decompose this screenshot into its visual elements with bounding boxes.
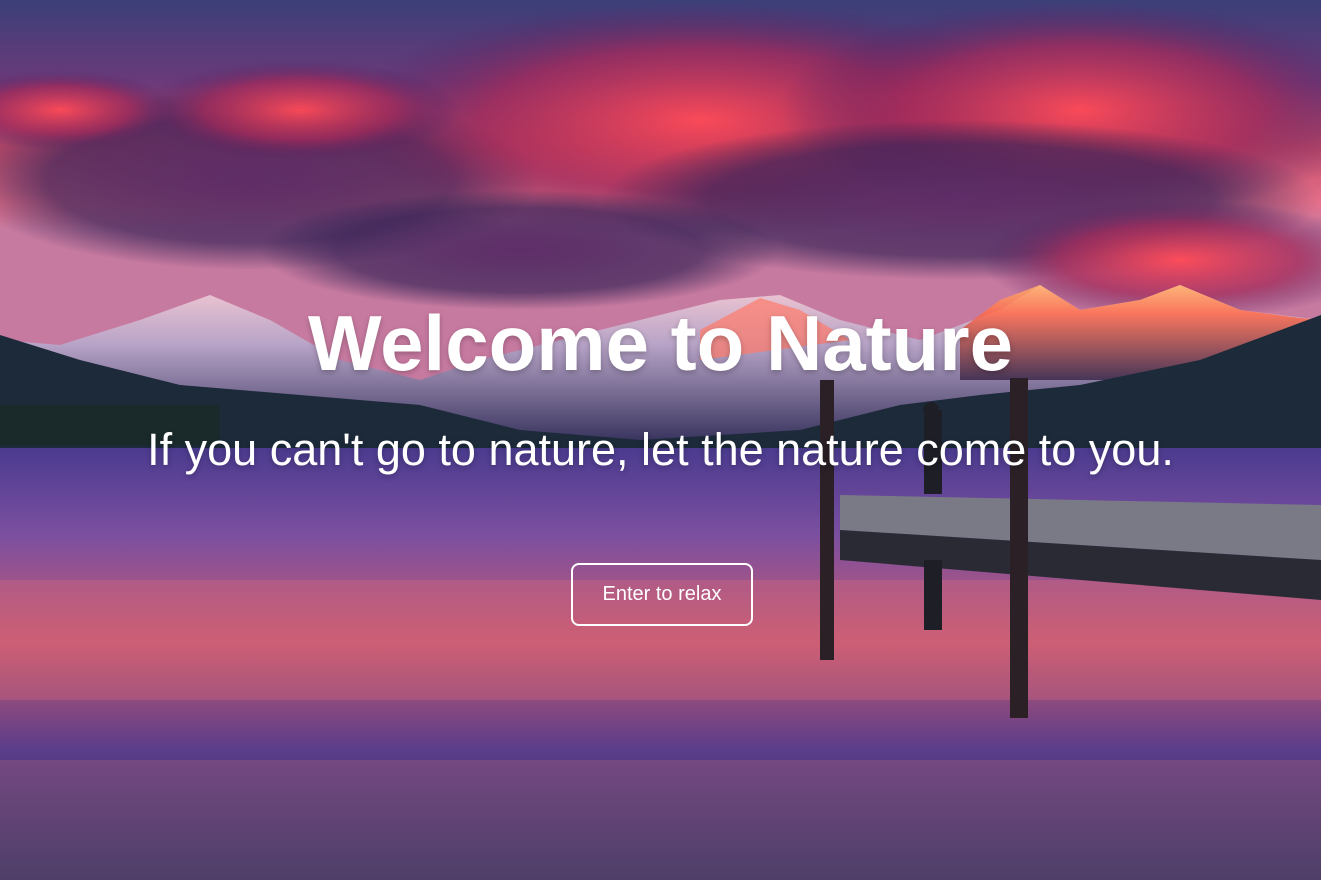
enter-to-relax-button[interactable]: Enter to relax xyxy=(571,563,753,626)
hero-section: Welcome to Nature If you can't go to nat… xyxy=(0,0,1321,880)
hero-content: Welcome to Nature If you can't go to nat… xyxy=(0,0,1321,880)
hero-title: Welcome to Nature xyxy=(307,299,1014,387)
hero-subtitle: If you can't go to nature, let the natur… xyxy=(147,424,1174,475)
